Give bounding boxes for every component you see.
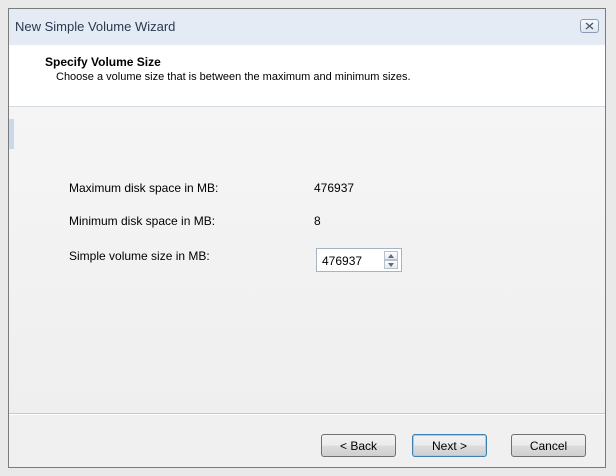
cancel-button[interactable]: Cancel bbox=[511, 434, 586, 457]
wizard-window: New Simple Volume Wizard Specify Volume … bbox=[8, 8, 606, 468]
page-subtitle: Choose a volume size that is between the… bbox=[56, 71, 411, 83]
spin-up-arrow-icon bbox=[388, 253, 394, 258]
close-icon bbox=[585, 22, 594, 30]
back-button[interactable]: < Back bbox=[321, 434, 396, 457]
spin-up-button[interactable] bbox=[384, 251, 398, 260]
spin-down-button[interactable] bbox=[384, 260, 398, 269]
spin-down-arrow-icon bbox=[388, 262, 394, 267]
volume-size-input[interactable]: 476937 bbox=[322, 254, 362, 268]
page-title: Specify Volume Size bbox=[45, 55, 161, 69]
max-disk-label: Maximum disk space in MB: bbox=[69, 181, 219, 195]
close-button[interactable] bbox=[580, 19, 599, 33]
min-disk-value: 8 bbox=[314, 214, 321, 228]
max-disk-value: 476937 bbox=[314, 181, 355, 195]
volume-size-spinner[interactable]: 476937 bbox=[316, 248, 402, 272]
title-bar: New Simple Volume Wizard bbox=[9, 9, 605, 45]
volume-size-label: Simple volume size in MB: bbox=[69, 249, 210, 263]
side-accent bbox=[9, 119, 14, 149]
spinner-buttons bbox=[384, 251, 398, 269]
window-title: New Simple Volume Wizard bbox=[15, 19, 176, 34]
next-button[interactable]: Next > bbox=[412, 434, 487, 457]
min-disk-label: Minimum disk space in MB: bbox=[69, 214, 216, 228]
wizard-header: Specify Volume Size Choose a volume size… bbox=[9, 45, 605, 107]
